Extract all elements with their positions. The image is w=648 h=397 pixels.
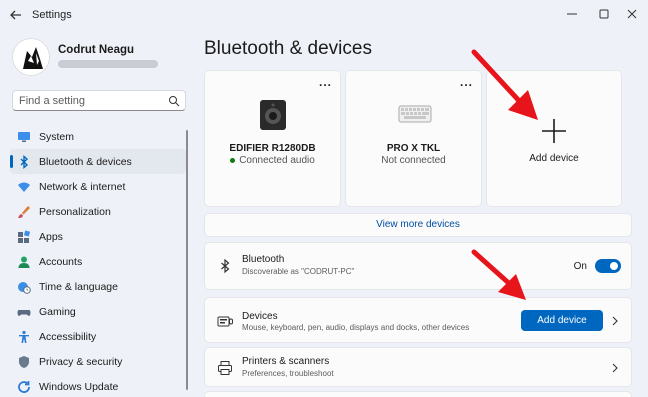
search-box[interactable] [12,90,186,111]
bluetooth-title: Bluetooth [242,254,285,265]
close-icon[interactable] [624,6,640,22]
device-status: Not connected [381,155,446,166]
bluetooth-icon [20,154,29,169]
connected-dot-icon [230,157,236,163]
page-title: Bluetooth & devices [204,38,372,59]
sidebar-item-label: Gaming [39,305,76,318]
person-icon [18,256,30,268]
sidebar-item-label: Time & language [39,280,118,293]
sidebar-item-label: System [39,130,75,143]
devices-subtitle: Mouse, keyboard, pen, audio, displays an… [242,323,470,332]
device-status: Connected audio [205,155,340,166]
add-device-tile[interactable]: Add device [486,70,622,207]
sidebar-item-bluetooth-devices[interactable]: Bluetooth & devices [10,149,186,174]
update-icon [18,380,30,393]
sidebar-item-label: Accessibility [39,330,97,343]
add-device-button[interactable]: Add device [521,310,603,331]
speaker-icon [260,100,286,130]
sidebar-item-label: Bluetooth & devices [39,155,132,168]
user-name: Codrut Neagu [58,44,135,56]
printers-scanners-row[interactable]: Printers & scanners Preferences, trouble… [204,347,632,387]
avatar[interactable] [12,38,50,76]
device-tile-edifier[interactable]: ... EDIFIER R1280DB Connected audio [204,70,341,207]
sidebar-scrollbar[interactable] [186,130,188,390]
devices-icon [217,316,233,327]
sidebar-item-network[interactable]: Network & internet [10,174,186,199]
window-title: Settings [32,9,72,21]
view-more-devices-link[interactable]: View more devices [204,213,632,237]
printers-subtitle: Preferences, troubleshoot [242,369,334,378]
sidebar-item-privacy-security[interactable]: Privacy & security [10,349,186,374]
printer-icon [218,361,232,375]
brush-icon [18,205,30,218]
devices-title: Devices [242,311,278,322]
bluetooth-toggle[interactable] [595,259,621,273]
bluetooth-toggle-label: On [573,261,587,272]
sidebar-item-label: Windows Update [39,380,119,393]
sidebar-item-system[interactable]: System [10,124,186,149]
search-icon[interactable] [168,95,180,107]
avatar-image [13,39,49,75]
title-bar: Settings [0,0,648,30]
sidebar-item-accounts[interactable]: Accounts [10,249,186,274]
sidebar-item-apps[interactable]: Apps [10,224,186,249]
monitor-icon [18,131,30,142]
more-options-icon[interactable]: ... [460,75,473,89]
device-tile-pro-x-tkl[interactable]: ... PRO X TKL Not connected [345,70,482,207]
search-input[interactable] [19,94,169,108]
chevron-right-icon[interactable] [611,316,619,326]
sidebar-item-time-language[interactable]: Time & language [10,274,186,299]
sidebar-item-windows-update[interactable]: Windows Update [10,374,186,397]
device-name: PRO X TKL [386,143,441,154]
sidebar-item-label: Network & internet [39,180,126,193]
shield-icon [19,355,29,368]
printers-title: Printers & scanners [242,356,330,367]
sidebar-nav: System Bluetooth & devices Network & int… [10,124,186,397]
maximize-icon[interactable] [596,6,612,22]
plus-icon [542,119,566,143]
globe-clock-icon [18,281,31,294]
minimize-icon[interactable] [564,6,580,22]
keyboard-icon [398,105,432,123]
next-row-partial[interactable] [204,391,632,397]
apps-icon [18,229,31,243]
device-name: EDIFIER R1280DB [229,143,316,154]
gamepad-icon [17,309,31,316]
more-options-icon[interactable]: ... [319,75,332,89]
sidebar-item-personalization[interactable]: Personalization [10,199,186,224]
chevron-right-icon[interactable] [611,363,619,373]
bluetooth-icon [221,258,230,274]
add-device-tile-label: Add device [529,153,579,164]
sidebar-item-label: Apps [39,230,63,243]
bluetooth-subtitle: Discoverable as "CODRUT-PC" [242,267,355,276]
sidebar-item-gaming[interactable]: Gaming [10,299,186,324]
bluetooth-row[interactable]: Bluetooth Discoverable as "CODRUT-PC" On [204,242,632,290]
device-status-text: Connected audio [239,155,315,166]
devices-row[interactable]: Devices Mouse, keyboard, pen, audio, dis… [204,297,632,343]
sidebar-item-label: Personalization [39,205,111,218]
sidebar-item-label: Accounts [39,255,83,268]
wifi-icon [18,182,30,192]
sidebar-item-accessibility[interactable]: Accessibility [10,324,186,349]
sidebar-item-label: Privacy & security [39,355,123,368]
back-arrow-icon[interactable] [8,7,24,23]
user-email-redacted [58,60,158,68]
accessibility-icon [19,330,29,343]
